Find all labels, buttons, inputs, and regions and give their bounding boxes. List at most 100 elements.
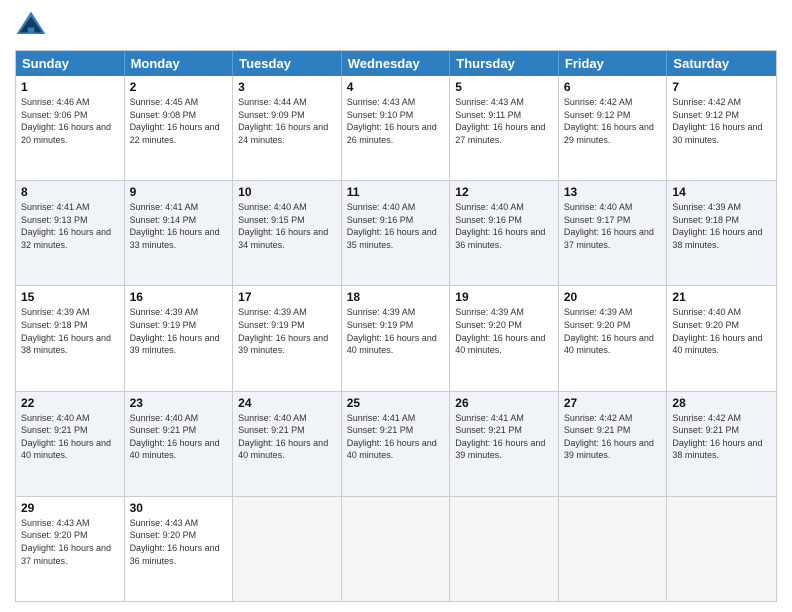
day-number: 4 [347, 80, 445, 94]
day-number: 15 [21, 290, 119, 304]
calendar-cell-10: 10 Sunrise: 4:40 AM Sunset: 9:15 PM Dayli… [233, 181, 342, 285]
cell-info: Sunrise: 4:39 AM Sunset: 9:20 PM Dayligh… [455, 306, 553, 356]
day-number: 23 [130, 396, 228, 410]
header-day-friday: Friday [559, 51, 668, 76]
calendar-cell-22: 22Sunrise: 4:40 AM Sunset: 9:21 PM Dayli… [16, 392, 125, 496]
day-number: 5 [455, 80, 553, 94]
calendar-cell-empty-6 [667, 497, 776, 601]
day-number: 10 [238, 185, 336, 199]
cell-info: Sunrise: 4:39 AM Sunset: 9:19 PM Dayligh… [347, 306, 445, 356]
calendar-cell-empty-2 [233, 497, 342, 601]
calendar-row-3: 22 Sunrise: 4:40 AM Sunset: 9:21 PM Dayli… [16, 391, 776, 496]
day-number: 28 [672, 396, 771, 410]
calendar-cell-2: 2Sunrise: 4:45 AM Sunset: 9:08 PM Daylig… [125, 76, 234, 180]
cell-info: Sunrise: 4:41 AM Sunset: 9:14 PM Dayligh… [130, 201, 228, 251]
calendar-cell-18: 18 Sunrise: 4:39 AM Sunset: 9:19 PM Dayli… [342, 286, 451, 390]
cell-info: Sunrise: 4:42 AM Sunset: 9:21 PM Dayligh… [672, 412, 771, 462]
calendar-cell-7: 7 Sunrise: 4:42 AM Sunset: 9:12 PM Daylig… [667, 76, 776, 180]
calendar-cell-6: 6Sunrise: 4:42 AM Sunset: 9:12 PM Daylig… [559, 76, 668, 180]
cell-info: Sunrise: 4:42 AM Sunset: 9:12 PM Dayligh… [672, 96, 771, 146]
day-number: 13 [564, 185, 662, 199]
calendar-cell-25: 25 Sunrise: 4:41 AM Sunset: 9:21 PM Dayli… [342, 392, 451, 496]
calendar-cell-empty-4 [450, 497, 559, 601]
calendar-cell-empty-3 [342, 497, 451, 601]
calendar-cell-26: 26Sunrise: 4:41 AM Sunset: 9:21 PM Dayli… [450, 392, 559, 496]
day-number: 11 [347, 185, 445, 199]
cell-info: Sunrise: 4:40 AM Sunset: 9:17 PM Dayligh… [564, 201, 662, 251]
calendar-body: 1 Sunrise: 4:46 AM Sunset: 9:06 PM Daylig… [16, 76, 776, 601]
cell-info: Sunrise: 4:44 AM Sunset: 9:09 PM Dayligh… [238, 96, 336, 146]
header-day-tuesday: Tuesday [233, 51, 342, 76]
day-number: 17 [238, 290, 336, 304]
header [15, 10, 777, 42]
cell-info: Sunrise: 4:43 AM Sunset: 9:20 PM Dayligh… [21, 517, 119, 567]
day-number: 12 [455, 185, 553, 199]
cell-info: Sunrise: 4:43 AM Sunset: 9:11 PM Dayligh… [455, 96, 553, 146]
header-day-wednesday: Wednesday [342, 51, 451, 76]
cell-info: Sunrise: 4:46 AM Sunset: 9:06 PM Dayligh… [21, 96, 119, 146]
day-number: 1 [21, 80, 119, 94]
calendar-row-1: 8 Sunrise: 4:41 AM Sunset: 9:13 PM Daylig… [16, 180, 776, 285]
cell-info: Sunrise: 4:40 AM Sunset: 9:15 PM Dayligh… [238, 201, 336, 251]
calendar-cell-24: 24 Sunrise: 4:40 AM Sunset: 9:21 PM Dayli… [233, 392, 342, 496]
logo [15, 10, 51, 42]
calendar-cell-23: 23 Sunrise: 4:40 AM Sunset: 9:21 PM Dayli… [125, 392, 234, 496]
day-number: 25 [347, 396, 445, 410]
calendar-cell-1: 1 Sunrise: 4:46 AM Sunset: 9:06 PM Daylig… [16, 76, 125, 180]
cell-info: Sunrise: 4:41 AM Sunset: 9:21 PM Dayligh… [347, 412, 445, 462]
cell-info: Sunrise: 4:40 AM Sunset: 9:16 PM Dayligh… [347, 201, 445, 251]
calendar-cell-14: 14 Sunrise: 4:39 AM Sunset: 9:18 PM Dayli… [667, 181, 776, 285]
calendar-cell-16: 16Sunrise: 4:39 AM Sunset: 9:19 PM Dayli… [125, 286, 234, 390]
cell-info: Sunrise: 4:42 AM Sunset: 9:21 PM Dayligh… [564, 412, 662, 462]
calendar: SundayMondayTuesdayWednesdayThursdayFrid… [15, 50, 777, 602]
day-number: 29 [21, 501, 119, 515]
calendar-row-4: 29 Sunrise: 4:43 AM Sunset: 9:20 PM Dayli… [16, 496, 776, 601]
day-number: 16 [130, 290, 228, 304]
cell-info: Sunrise: 4:40 AM Sunset: 9:21 PM Dayligh… [238, 412, 336, 462]
calendar-cell-11: 11 Sunrise: 4:40 AM Sunset: 9:16 PM Dayli… [342, 181, 451, 285]
calendar-row-0: 1 Sunrise: 4:46 AM Sunset: 9:06 PM Daylig… [16, 76, 776, 180]
calendar-cell-28: 28 Sunrise: 4:42 AM Sunset: 9:21 PM Dayli… [667, 392, 776, 496]
calendar-cell-15: 15 Sunrise: 4:39 AM Sunset: 9:18 PM Dayli… [16, 286, 125, 390]
cell-info: Sunrise: 4:45 AM Sunset: 9:08 PM Dayligh… [130, 96, 228, 146]
calendar-cell-8: 8 Sunrise: 4:41 AM Sunset: 9:13 PM Daylig… [16, 181, 125, 285]
calendar-cell-19: 19 Sunrise: 4:39 AM Sunset: 9:20 PM Dayli… [450, 286, 559, 390]
cell-info: Sunrise: 4:39 AM Sunset: 9:18 PM Dayligh… [21, 306, 119, 356]
calendar-cell-30: 30Sunrise: 4:43 AM Sunset: 9:20 PM Dayli… [125, 497, 234, 601]
calendar-cell-3: 3 Sunrise: 4:44 AM Sunset: 9:09 PM Daylig… [233, 76, 342, 180]
cell-info: Sunrise: 4:40 AM Sunset: 9:16 PM Dayligh… [455, 201, 553, 251]
cell-info: Sunrise: 4:41 AM Sunset: 9:13 PM Dayligh… [21, 201, 119, 251]
day-number: 26 [455, 396, 553, 410]
day-number: 6 [564, 80, 662, 94]
day-number: 3 [238, 80, 336, 94]
calendar-cell-29: 29 Sunrise: 4:43 AM Sunset: 9:20 PM Dayli… [16, 497, 125, 601]
calendar-cell-5: 5 Sunrise: 4:43 AM Sunset: 9:11 PM Daylig… [450, 76, 559, 180]
calendar-cell-27: 27 Sunrise: 4:42 AM Sunset: 9:21 PM Dayli… [559, 392, 668, 496]
calendar-row-2: 15 Sunrise: 4:39 AM Sunset: 9:18 PM Dayli… [16, 285, 776, 390]
day-number: 24 [238, 396, 336, 410]
day-number: 18 [347, 290, 445, 304]
day-number: 22 [21, 396, 119, 410]
day-number: 9 [130, 185, 228, 199]
header-day-monday: Monday [125, 51, 234, 76]
day-number: 20 [564, 290, 662, 304]
cell-info: Sunrise: 4:43 AM Sunset: 9:10 PM Dayligh… [347, 96, 445, 146]
calendar-cell-12: 12 Sunrise: 4:40 AM Sunset: 9:16 PM Dayli… [450, 181, 559, 285]
cell-info: Sunrise: 4:40 AM Sunset: 9:21 PM Dayligh… [130, 412, 228, 462]
page: SundayMondayTuesdayWednesdayThursdayFrid… [0, 0, 792, 612]
day-number: 30 [130, 501, 228, 515]
day-number: 19 [455, 290, 553, 304]
calendar-cell-20: 20Sunrise: 4:39 AM Sunset: 9:20 PM Dayli… [559, 286, 668, 390]
header-day-sunday: Sunday [16, 51, 125, 76]
header-day-thursday: Thursday [450, 51, 559, 76]
day-number: 14 [672, 185, 771, 199]
logo-icon [15, 10, 47, 42]
day-number: 7 [672, 80, 771, 94]
day-number: 27 [564, 396, 662, 410]
day-number: 8 [21, 185, 119, 199]
calendar-header: SundayMondayTuesdayWednesdayThursdayFrid… [16, 51, 776, 76]
calendar-cell-4: 4 Sunrise: 4:43 AM Sunset: 9:10 PM Daylig… [342, 76, 451, 180]
header-day-saturday: Saturday [667, 51, 776, 76]
cell-info: Sunrise: 4:39 AM Sunset: 9:19 PM Dayligh… [238, 306, 336, 356]
cell-info: Sunrise: 4:39 AM Sunset: 9:18 PM Dayligh… [672, 201, 771, 251]
